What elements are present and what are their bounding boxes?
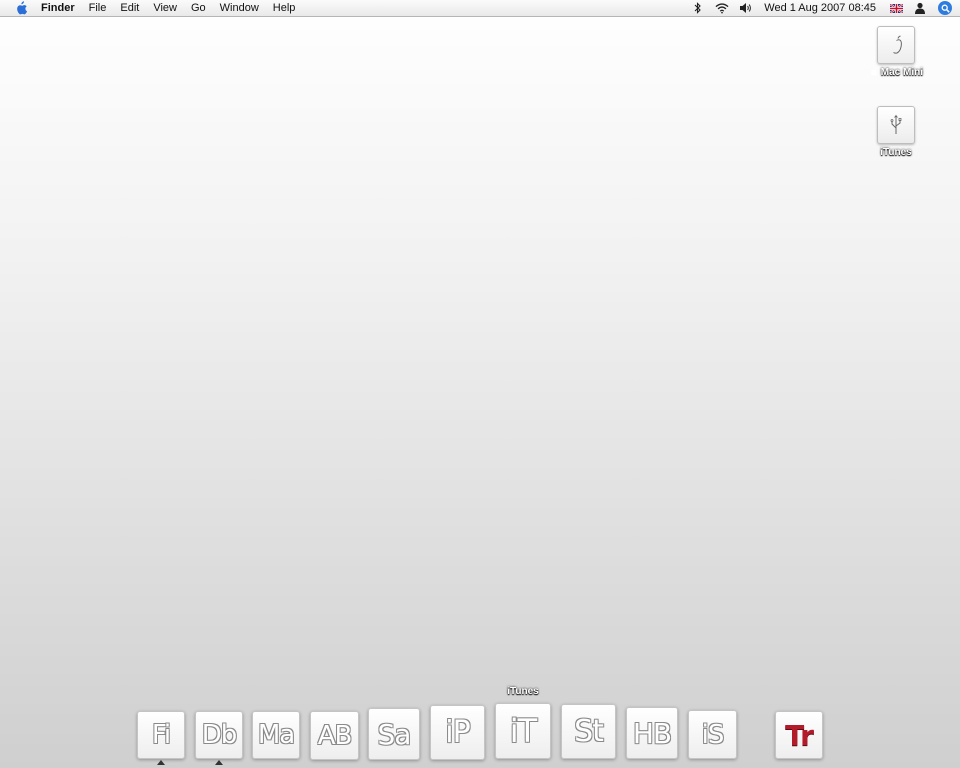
desktop-icon-label: Mac Mini (851, 67, 941, 78)
user-icon[interactable] (913, 1, 927, 15)
running-indicator (215, 760, 223, 765)
dock-tile-label: HB (626, 707, 678, 759)
dock-item-safari[interactable]: Sa (368, 708, 420, 760)
apple-menu-icon[interactable] (14, 1, 28, 15)
menu-edit[interactable]: Edit (113, 0, 146, 16)
dock-tile-label: Sa (368, 708, 420, 760)
dock-item-itunes[interactable]: iT (495, 703, 551, 759)
dock-item-stickies[interactable]: St (561, 704, 616, 759)
dock-tooltip: iTunes (507, 686, 539, 697)
volume-icon[interactable] (739, 1, 753, 15)
running-indicator (157, 760, 165, 765)
dock-item-mail[interactable]: Ma (252, 711, 300, 759)
menu-app-name[interactable]: Finder (34, 0, 82, 16)
dock-item-dashboard[interactable]: Db (195, 711, 243, 765)
dock-tile-label: Tr (775, 711, 823, 759)
dock-item-iphoto[interactable]: iP (430, 705, 485, 760)
usb-drive-icon (877, 106, 915, 144)
mac-mini-drive-icon (877, 26, 915, 64)
wifi-icon[interactable] (715, 1, 729, 15)
menu-clock[interactable]: Wed 1 Aug 2007 08:45 (758, 2, 884, 14)
flag-uk-icon[interactable] (889, 1, 903, 15)
desktop-icon-mac-mini[interactable]: Mac Mini (851, 26, 941, 78)
dock-item-is[interactable]: iS (688, 710, 737, 759)
desktop-icon-itunes[interactable]: iTunes (851, 106, 941, 158)
menu-bar: Finder File Edit View Go Window Help Wed… (0, 0, 960, 17)
dock-item-trash[interactable]: Tr (775, 711, 823, 759)
menu-file[interactable]: File (82, 0, 114, 16)
dock-tile-label: AB (310, 711, 359, 760)
dock-tile-label: iS (688, 710, 737, 759)
dock-tile-label: iP (430, 705, 485, 760)
menu-help[interactable]: Help (266, 0, 303, 16)
menu-go[interactable]: Go (184, 0, 213, 16)
dock-tile-label: Ma (252, 711, 300, 759)
dock-tile-label: Fi (137, 711, 185, 759)
desktop-icon-label-text: Mac Mini (880, 67, 923, 78)
apple-badge-icon (869, 67, 881, 78)
dock-tile-label: Db (195, 711, 243, 759)
desktop-icon-label: iTunes (880, 147, 912, 158)
menu-extras: Wed 1 Aug 2007 08:45 (686, 0, 960, 16)
dock-item-hb[interactable]: HB (626, 707, 678, 759)
dock-item-finder[interactable]: Fi (137, 711, 185, 765)
menu-window[interactable]: Window (213, 0, 266, 16)
bluetooth-icon[interactable] (691, 1, 705, 15)
dock-item-address-book[interactable]: AB (310, 711, 359, 760)
menu-view[interactable]: View (146, 0, 184, 16)
dock-tile-label: iT (495, 703, 551, 759)
dock-tile-label: St (561, 704, 616, 759)
spotlight-icon[interactable] (938, 1, 952, 15)
